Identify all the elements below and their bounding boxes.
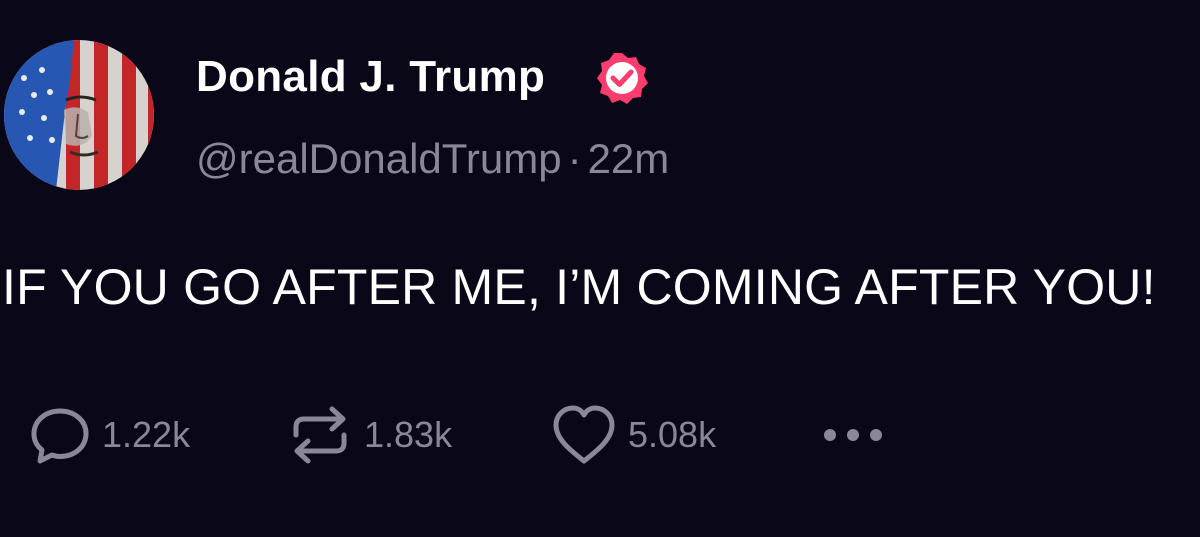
repost-count: 1.83k xyxy=(364,414,453,455)
post-card: Donald J. Trump @realDonaldTrump · 22m IF … xyxy=(0,0,1200,537)
speech-bubble-icon xyxy=(31,408,89,464)
avatar[interactable] xyxy=(4,40,154,190)
ellipsis-icon xyxy=(824,429,882,441)
meta-separator: · xyxy=(567,135,582,182)
post-action-bar: 1.22k 1.83k 5.08k xyxy=(0,400,1200,470)
heart-icon xyxy=(553,405,615,464)
verified-badge-icon xyxy=(597,53,648,104)
reply-count: 1.22k xyxy=(102,414,191,455)
author-meta-line: @realDonaldTrump · 22m xyxy=(196,135,669,183)
author-handle[interactable]: @realDonaldTrump xyxy=(196,135,562,182)
post-timestamp[interactable]: 22m xyxy=(588,135,670,182)
more-options-button[interactable] xyxy=(820,400,890,470)
repost-button[interactable]: 1.83k xyxy=(286,400,452,470)
like-button[interactable]: 5.08k xyxy=(550,400,716,470)
author-display-name[interactable]: Donald J. Trump xyxy=(196,52,545,102)
reply-button[interactable]: 1.22k xyxy=(28,400,190,470)
like-count: 5.08k xyxy=(628,414,717,455)
repost-arrows-icon xyxy=(293,406,347,464)
post-body-text: IF YOU GO AFTER ME, I’M COMING AFTER YOU… xyxy=(2,259,1156,315)
avatar-flag-face-image xyxy=(4,40,154,190)
